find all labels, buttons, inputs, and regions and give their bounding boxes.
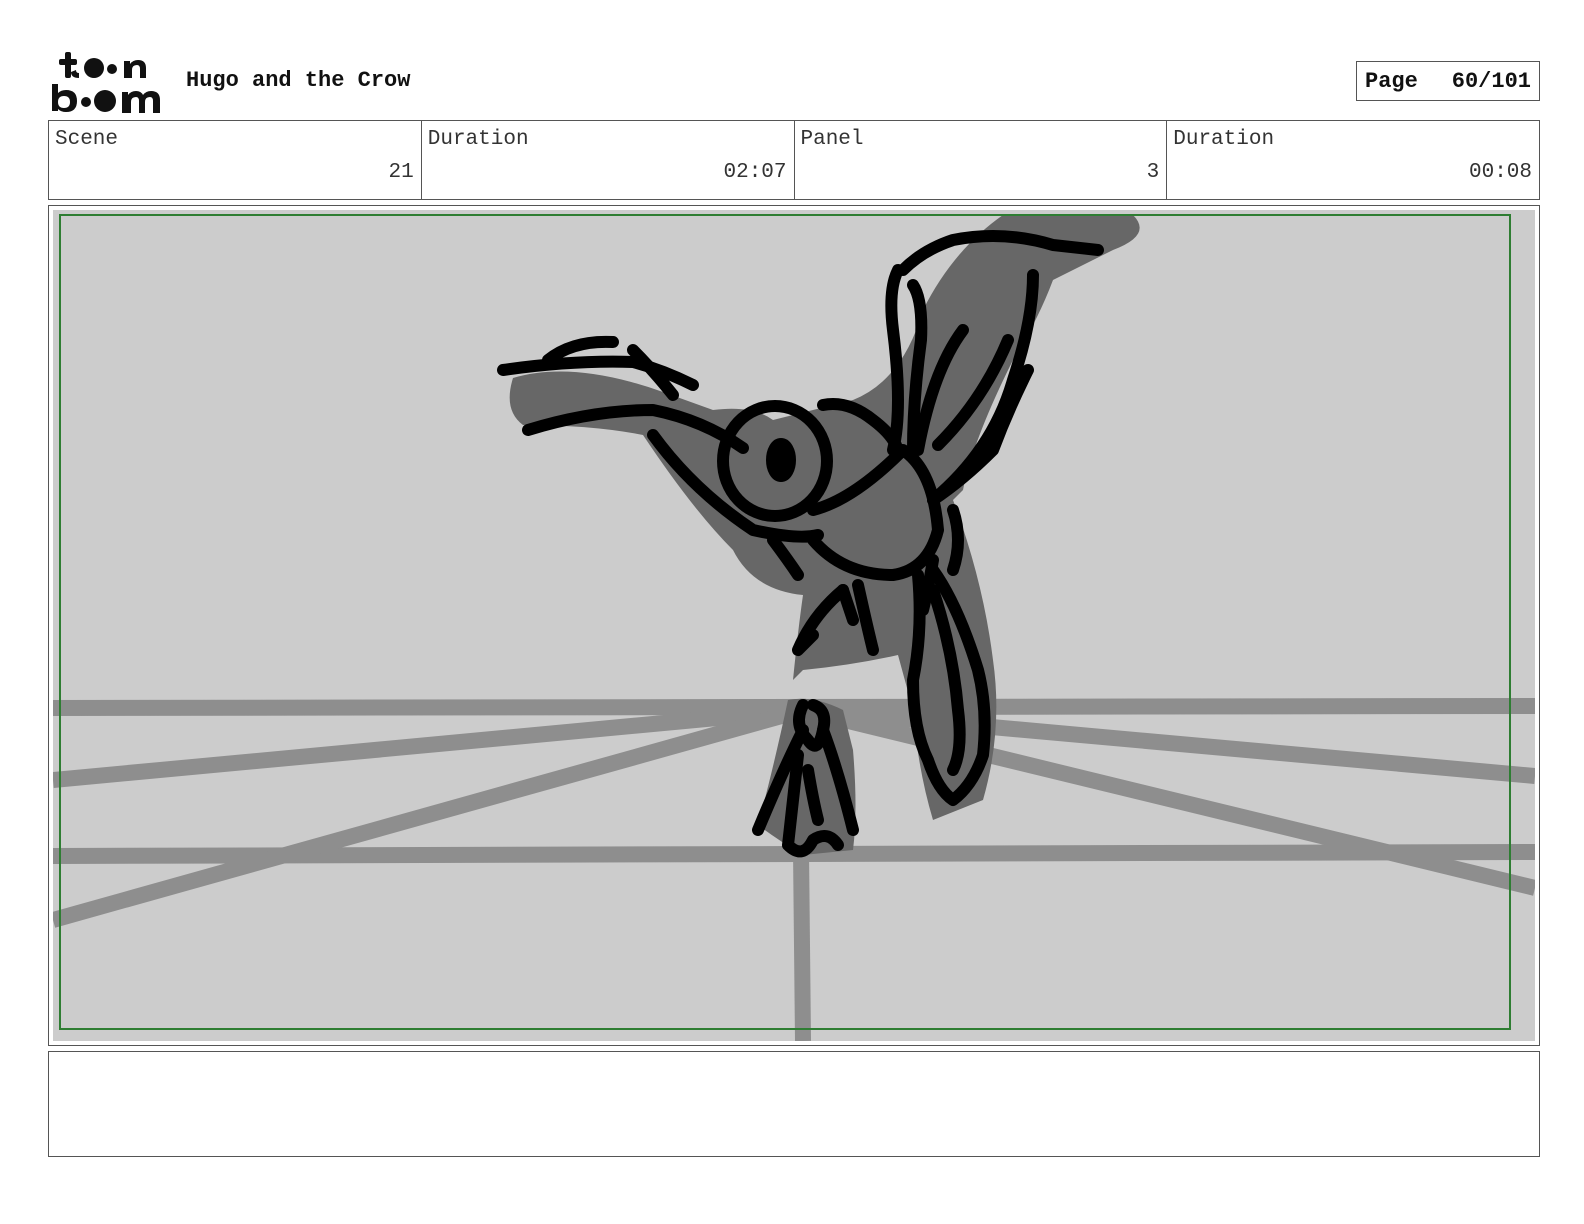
panel-notes [48, 1051, 1540, 1157]
panel-frame [48, 205, 1540, 1046]
panel-number: 3 [1146, 161, 1160, 184]
scene-cell: Scene 21 [49, 121, 422, 199]
page-label: Page [1365, 68, 1418, 94]
panel-duration-cell: Duration 00:08 [1167, 121, 1539, 199]
scene-label: Scene [55, 128, 119, 151]
storyboard-sketch [53, 210, 1535, 1041]
scene-duration-label: Duration [427, 128, 529, 151]
panel-label: Panel [800, 128, 864, 151]
project-title: Hugo and the Crow [186, 68, 411, 93]
panel-cell: Panel 3 [795, 121, 1168, 199]
panel-duration-value: 00:08 [1468, 161, 1532, 184]
panel-duration-label: Duration [1173, 128, 1275, 151]
scene-info-row: Scene 21 Duration 02:07 Panel 3 Duration… [48, 120, 1540, 200]
toon-boom-logo [52, 52, 160, 113]
page-number: 60/101 [1451, 68, 1531, 94]
page-indicator: Page 60/101 [1356, 61, 1540, 101]
scene-duration-cell: Duration 02:07 [422, 121, 795, 199]
scene-number: 21 [388, 161, 414, 184]
scene-duration-value: 02:07 [723, 161, 787, 184]
